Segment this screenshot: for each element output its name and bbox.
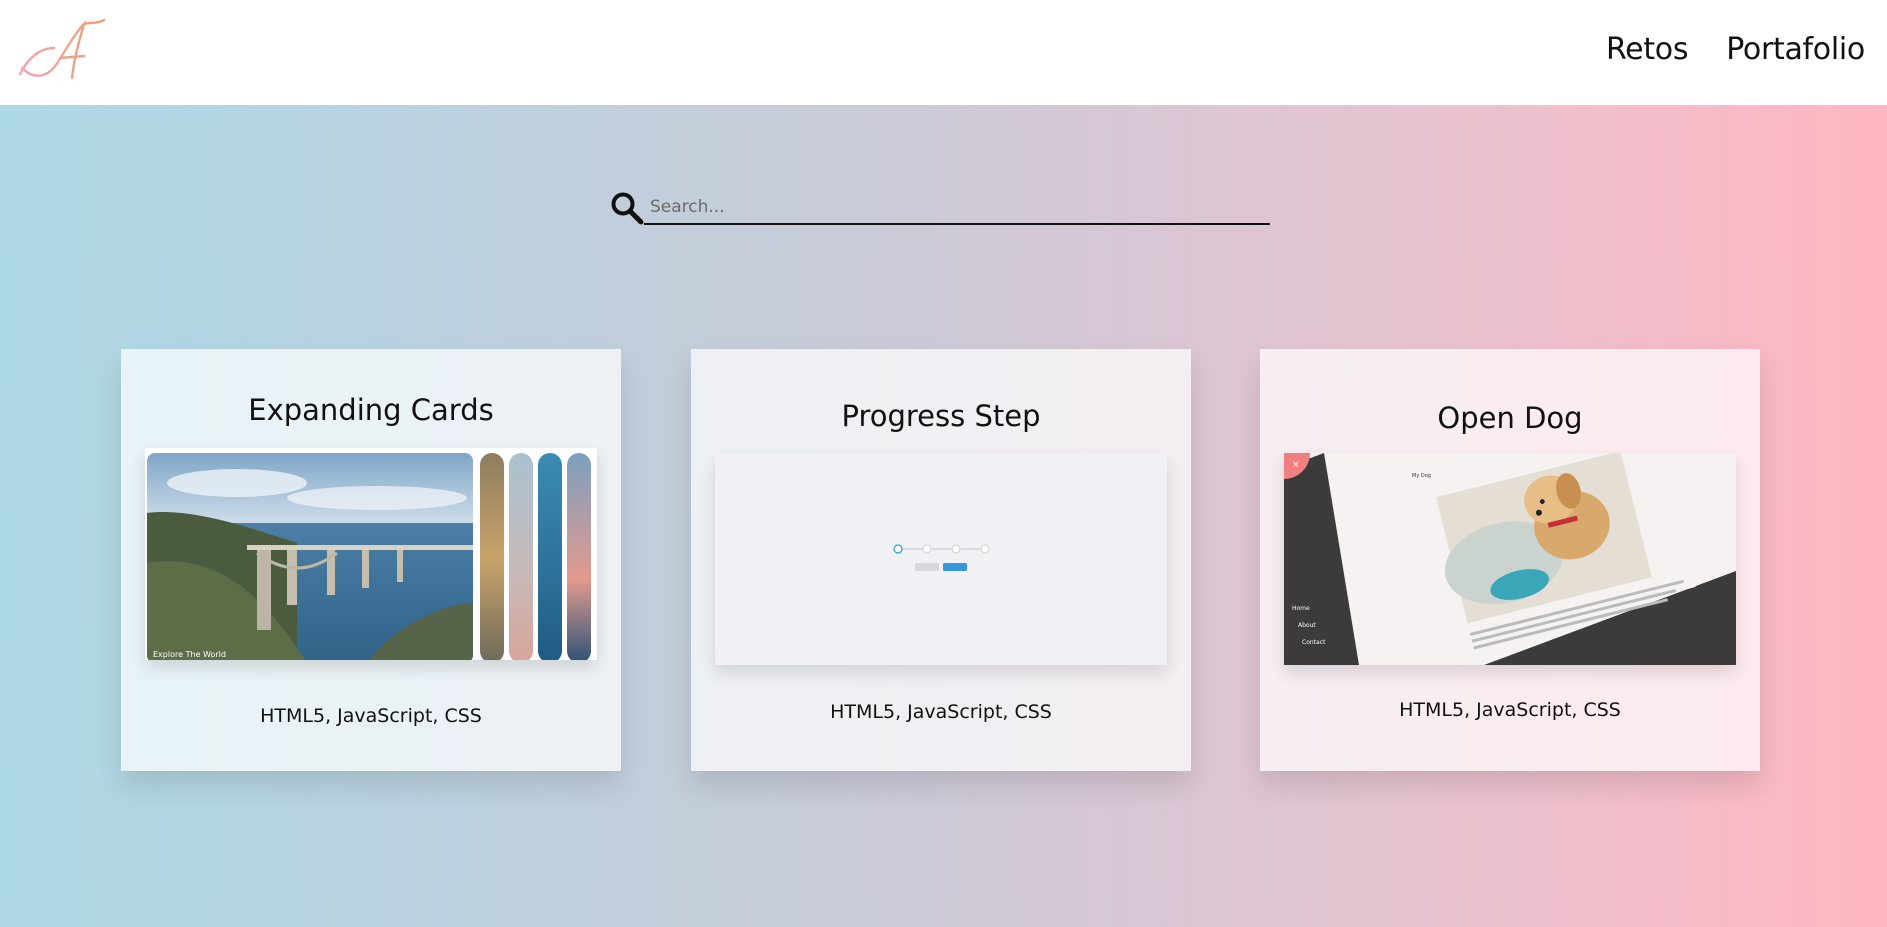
close-icon: × (1292, 460, 1300, 470)
preview-menu-about: About (1298, 622, 1316, 629)
preview-strip (538, 453, 562, 660)
preview-menu-home: Home (1292, 605, 1310, 612)
nav-link-retos[interactable]: Retos (1606, 32, 1689, 67)
card-preview-image[interactable]: × My Dog Home About Contact (1284, 453, 1736, 665)
open-dog-preview: × My Dog Home About Contact (1284, 453, 1736, 665)
preview-strip (480, 453, 504, 660)
card-tech-stack: HTML5, JavaScript, CSS (1399, 699, 1621, 721)
header: Retos Portafolio (0, 0, 1887, 105)
project-card-progress-step[interactable]: Progress Step HTML5, JavaScript, CSS (691, 349, 1191, 771)
preview-main-panel: Explore The World (147, 453, 473, 660)
card-title: Progress Step (841, 399, 1041, 433)
preview-strip (509, 453, 533, 660)
card-tech-stack: HTML5, JavaScript, CSS (830, 701, 1052, 723)
card-title: Expanding Cards (248, 393, 494, 427)
progress-step-preview (893, 544, 990, 571)
card-preview-image[interactable]: Explore The World (145, 448, 597, 660)
main-nav: Retos Portafolio (1606, 32, 1865, 67)
preview-strip (567, 453, 591, 660)
preview-caption: Explore The World (153, 650, 226, 659)
card-title: Open Dog (1437, 401, 1583, 435)
search-input[interactable] (644, 191, 1270, 225)
card-preview-image[interactable] (715, 453, 1167, 665)
main-content: Expanding Cards (0, 105, 1887, 927)
nav-link-portafolio[interactable]: Portafolio (1726, 32, 1865, 67)
project-card-expanding-cards[interactable]: Expanding Cards Explore The World HTML5,… (121, 349, 621, 771)
project-card-open-dog[interactable]: Open Dog × My Dog Home About Contact HTM… (1260, 349, 1760, 771)
search-bar (610, 185, 1270, 229)
script-letter-a-logo[interactable] (14, 18, 108, 84)
preview-heading: My Dog (1412, 473, 1431, 479)
search-icon[interactable] (610, 191, 644, 225)
preview-menu-contact: Contact (1302, 639, 1326, 646)
card-tech-stack: HTML5, JavaScript, CSS (260, 705, 482, 727)
